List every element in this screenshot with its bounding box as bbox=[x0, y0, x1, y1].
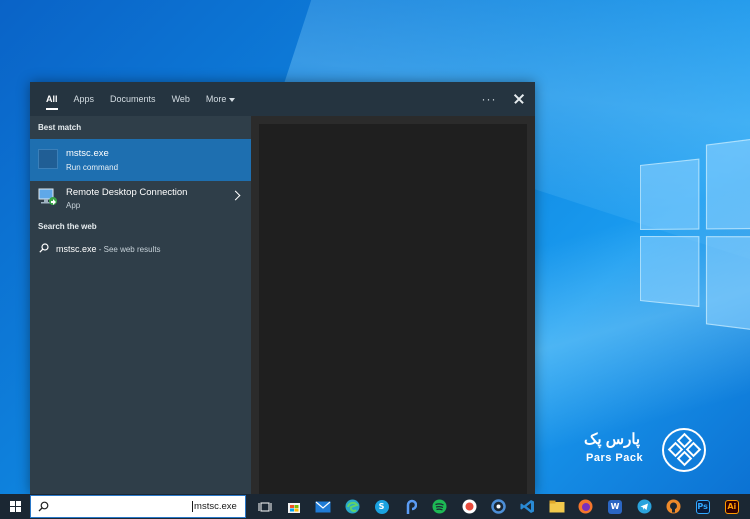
mail-icon[interactable] bbox=[312, 494, 334, 519]
best-match-item[interactable]: mstsc.exe Run command bbox=[30, 139, 251, 181]
record-icon[interactable] bbox=[458, 494, 480, 519]
tab-more[interactable]: More bbox=[198, 82, 244, 116]
taskbar: mstsc.exe S W Ps Ai bbox=[0, 494, 750, 519]
search-icon bbox=[39, 243, 49, 253]
picsart-icon[interactable] bbox=[400, 494, 422, 519]
search-input-value: mstsc.exe bbox=[192, 501, 237, 512]
store-icon[interactable] bbox=[283, 494, 305, 519]
app-result-remote-desktop[interactable]: Remote Desktop Connection App bbox=[30, 181, 251, 215]
logo-mark-icon bbox=[662, 428, 706, 472]
vscode-icon[interactable] bbox=[517, 494, 539, 519]
telegram-icon[interactable] bbox=[633, 494, 655, 519]
word-icon[interactable]: W bbox=[604, 494, 626, 519]
tab-all[interactable]: All bbox=[38, 82, 66, 116]
logo-persian-text: پارس پک bbox=[584, 431, 641, 448]
parspack-logo: پارس پک Pars Pack bbox=[584, 428, 714, 472]
chevron-right-icon[interactable] bbox=[230, 190, 241, 201]
pinned-apps: S W Ps Ai bbox=[254, 494, 750, 519]
best-match-subtitle: Run command bbox=[66, 163, 119, 172]
photoshop-icon[interactable]: Ps bbox=[692, 494, 714, 519]
preview-area bbox=[259, 124, 527, 494]
best-match-header: Best match bbox=[38, 123, 82, 132]
results-list: Best match mstsc.exe Run command Remote … bbox=[30, 116, 251, 494]
skype-icon[interactable]: S bbox=[371, 494, 393, 519]
tab-web[interactable]: Web bbox=[164, 82, 198, 116]
file-explorer-icon[interactable] bbox=[546, 494, 568, 519]
illustrator-icon[interactable]: Ai bbox=[721, 494, 743, 519]
web-result-suffix: - See web results bbox=[96, 245, 161, 254]
app-ring-icon[interactable] bbox=[487, 494, 509, 519]
app-result-title: Remote Desktop Connection bbox=[66, 187, 188, 198]
tab-apps[interactable]: Apps bbox=[66, 82, 103, 116]
github-icon[interactable] bbox=[662, 494, 684, 519]
run-command-icon bbox=[38, 149, 58, 169]
best-match-title: mstsc.exe bbox=[66, 148, 109, 159]
web-result-query: mstsc.exe bbox=[56, 244, 97, 254]
spotify-icon[interactable] bbox=[429, 494, 451, 519]
ellipsis-icon[interactable]: ··· bbox=[475, 92, 503, 106]
search-web-header: Search the web bbox=[38, 222, 97, 231]
logo-english-text: Pars Pack bbox=[586, 452, 644, 464]
firefox-icon[interactable] bbox=[575, 494, 597, 519]
tab-documents[interactable]: Documents bbox=[102, 82, 164, 116]
search-filter-tabs: All Apps Documents Web More ··· bbox=[30, 82, 535, 116]
windows-logo-graphic bbox=[640, 123, 750, 347]
start-button[interactable] bbox=[0, 494, 29, 519]
web-result-item[interactable]: mstsc.exe - See web results bbox=[30, 238, 251, 260]
start-search-panel: All Apps Documents Web More ··· Best mat… bbox=[30, 82, 535, 494]
remote-desktop-icon bbox=[38, 188, 57, 205]
search-icon bbox=[38, 501, 49, 512]
preview-pane bbox=[251, 116, 535, 494]
chevron-down-icon bbox=[229, 97, 236, 102]
close-icon[interactable] bbox=[503, 82, 535, 116]
edge-icon[interactable] bbox=[341, 494, 363, 519]
task-view-icon[interactable] bbox=[254, 494, 276, 519]
taskbar-search-input[interactable]: mstsc.exe bbox=[30, 495, 246, 518]
app-result-subtitle: App bbox=[66, 201, 81, 210]
